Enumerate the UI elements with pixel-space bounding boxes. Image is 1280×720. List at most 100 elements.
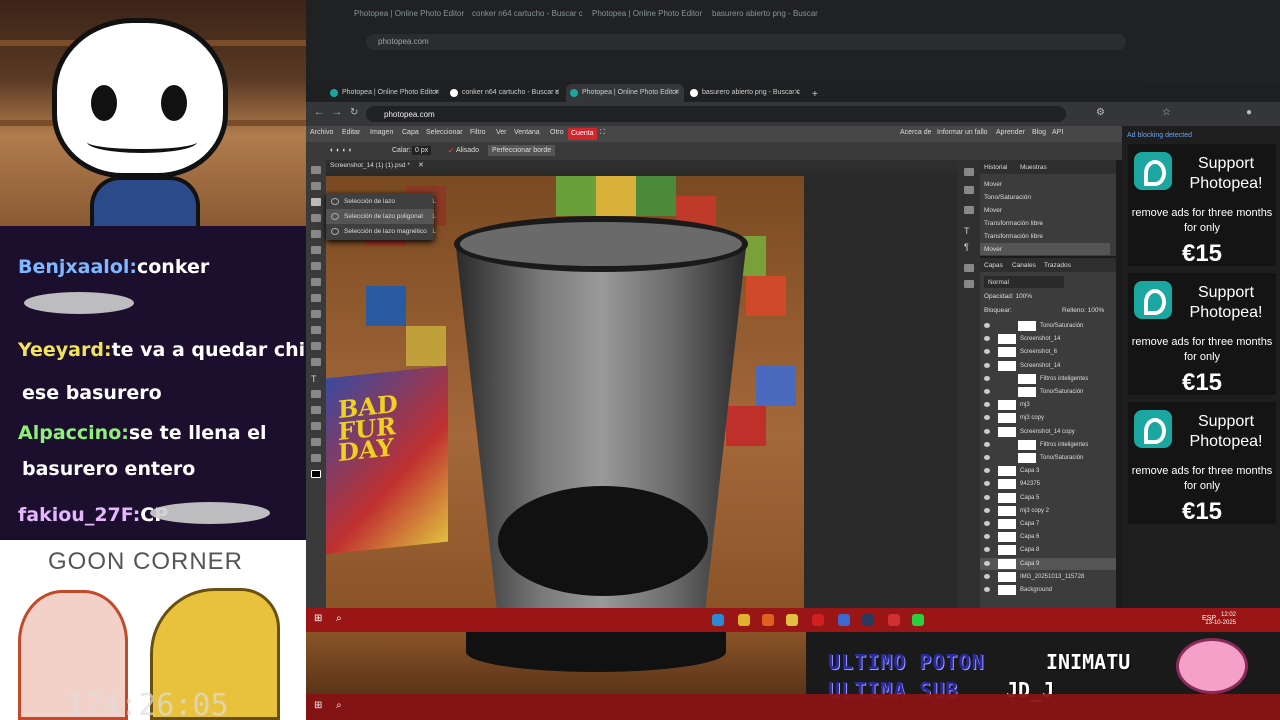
layer-row[interactable]: Screenshot_14 copy [980, 426, 1116, 438]
canvas-image[interactable]: BAD FUR DAY [326, 176, 804, 608]
visibility-icon[interactable] [984, 402, 990, 408]
visibility-icon[interactable] [984, 428, 990, 434]
layer-row[interactable]: Filtros inteligentes [980, 373, 1116, 385]
menu-archivo[interactable]: Archivo [310, 129, 333, 136]
layer-row[interactable]: Capa 7 [980, 518, 1116, 530]
layer-row[interactable]: Tono/Saturación [980, 452, 1116, 464]
wand-tool-icon[interactable] [311, 214, 321, 222]
layer-row[interactable]: Screenshot_14 [980, 333, 1116, 345]
folder-icon[interactable] [786, 614, 798, 626]
tab-history[interactable]: Historial [984, 164, 1007, 171]
history-item[interactable]: Mover [980, 178, 1110, 190]
tab-conker-search[interactable]: conker n64 cartucho - Buscar c ✕ [446, 84, 564, 102]
url-field[interactable]: photopea.com [366, 106, 1066, 122]
firefox-icon[interactable] [762, 614, 774, 626]
layer-row[interactable]: Capa 8 [980, 544, 1116, 556]
lasso-mode-icons[interactable]: ◐ ◐ ◐ ◐ [330, 147, 353, 154]
menu-ver[interactable]: Ver [496, 129, 507, 136]
layer-row[interactable]: Background [980, 584, 1116, 596]
dodge-tool-icon[interactable] [311, 358, 321, 366]
layer-row[interactable]: Capa 6 [980, 531, 1116, 543]
steam-icon[interactable] [862, 614, 874, 626]
menu-otro[interactable]: Otro [550, 129, 564, 136]
edge-icon[interactable] [712, 614, 724, 626]
properties-icon[interactable] [964, 186, 974, 194]
character-icon[interactable]: T [964, 226, 974, 236]
layer-row[interactable]: Capa 5 [980, 492, 1116, 504]
info-icon[interactable] [964, 168, 974, 176]
layer-row[interactable]: Capa 3 [980, 465, 1116, 477]
visibility-icon[interactable] [984, 494, 990, 500]
document-tab[interactable]: Screenshot_14 (1) (1).psd * [330, 162, 410, 169]
visibility-icon[interactable] [984, 468, 990, 474]
account-button[interactable]: Cuenta [568, 128, 597, 140]
menu-capa[interactable]: Capa [402, 129, 419, 136]
layer-row[interactable]: Screenshot_14 [980, 360, 1116, 372]
extensions-icon[interactable]: ⚙ [1096, 107, 1105, 118]
forward-icon[interactable]: → [332, 107, 342, 118]
blend-mode-select[interactable]: Normal [984, 276, 1064, 288]
shape-tool-icon[interactable] [311, 422, 321, 430]
marquee-tool-icon[interactable] [311, 182, 321, 190]
about-link[interactable]: Acerca de [900, 129, 932, 136]
refine-edge-button[interactable]: Perfeccionar borde [488, 145, 556, 156]
visibility-icon[interactable] [984, 455, 990, 460]
support-ad[interactable]: Support Photopea! remove ads for three m… [1128, 273, 1276, 396]
close-document-icon[interactable]: ✕ [418, 161, 424, 169]
visibility-icon[interactable] [984, 547, 990, 553]
menu-item-magnetic-lasso[interactable]: Selección de lazo magnético L [326, 224, 436, 239]
learn-link[interactable]: Aprender [996, 129, 1025, 136]
app-icon[interactable] [888, 614, 900, 626]
move-tool-icon[interactable] [311, 166, 321, 174]
layer-row[interactable]: Screenshot_6 [980, 346, 1116, 358]
visibility-icon[interactable] [984, 389, 990, 394]
fullscreen-icon[interactable]: ⛶ [600, 129, 605, 137]
tab-paths[interactable]: Trazados [1044, 262, 1071, 269]
opacity-input[interactable]: 100% [1015, 293, 1032, 300]
visibility-icon[interactable] [984, 534, 990, 540]
menu-ventana[interactable]: Ventana [514, 129, 540, 136]
clock[interactable]: 12:02 13-10-2025 [1205, 612, 1236, 628]
layer-row[interactable]: Capa 9 [980, 557, 1116, 570]
visibility-icon[interactable] [984, 560, 990, 566]
app-icon[interactable] [912, 614, 924, 626]
windows-start-icon[interactable]: ⊞ [314, 613, 322, 624]
crop-tool-icon[interactable] [311, 230, 321, 238]
profile-icon[interactable]: ● [1246, 107, 1252, 118]
heal-tool-icon[interactable] [311, 262, 321, 270]
hand-tool-icon[interactable] [311, 438, 321, 446]
visibility-icon[interactable] [984, 349, 990, 355]
report-bug-link[interactable]: Informar un fallo [937, 129, 988, 136]
visibility-icon[interactable] [984, 507, 990, 513]
menu-item-lasso[interactable]: Selección de lazo L [326, 194, 436, 209]
bookmark-icon[interactable]: ☆ [1162, 107, 1171, 118]
visibility-icon[interactable] [984, 587, 990, 592]
history-item[interactable]: Mover [980, 204, 1110, 216]
layer-row[interactable]: IMG_20251013_115728 [980, 571, 1116, 583]
stamp-tool-icon[interactable] [311, 294, 321, 302]
history-item[interactable]: Transformación libre [980, 230, 1110, 242]
chrome-icon[interactable] [738, 614, 750, 626]
fill-input[interactable]: 100% [1088, 307, 1105, 314]
tab-channels[interactable]: Canales [1012, 262, 1036, 269]
tab-photopea-active[interactable]: Photopea | Online Photo Editor ✕ [566, 84, 684, 102]
antialias-label[interactable]: Alisado [456, 147, 479, 154]
paragraph-icon[interactable]: ¶ [964, 242, 974, 252]
visibility-icon[interactable] [984, 481, 990, 487]
checkbox-icon[interactable]: ✔ [448, 147, 454, 155]
brush-panel-icon[interactable] [964, 206, 974, 214]
eyedropper-tool-icon[interactable] [311, 246, 321, 254]
adjustments-icon[interactable] [964, 264, 974, 272]
tab-layers[interactable]: Capas [984, 262, 1003, 269]
visibility-icon[interactable] [984, 362, 990, 368]
layer-row[interactable]: mj3 [980, 399, 1116, 411]
history-item[interactable]: Transformación libre [980, 217, 1110, 229]
visibility-icon[interactable] [984, 441, 990, 447]
visibility-icon[interactable] [984, 323, 990, 328]
support-ad[interactable]: Support Photopea! remove ads for three m… [1128, 402, 1276, 525]
tab-basurero-search[interactable]: basurero abierto png - Buscar c ✕ [686, 84, 804, 102]
support-ad[interactable]: Support Photopea! remove ads for three m… [1128, 144, 1276, 267]
menu-imagen[interactable]: Imagen [370, 129, 393, 136]
pen-tool-icon[interactable] [311, 390, 321, 398]
gradient-tool-icon[interactable] [311, 326, 321, 334]
